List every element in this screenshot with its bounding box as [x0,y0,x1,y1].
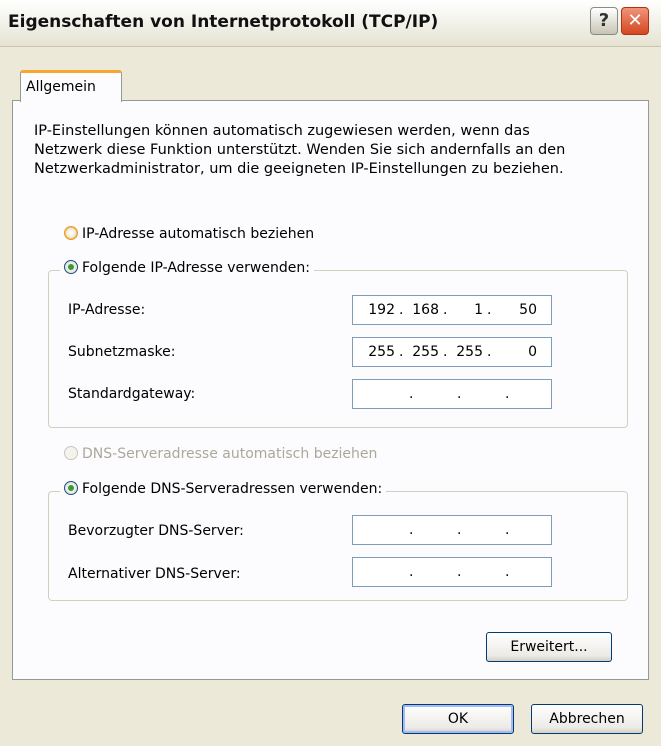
question-mark-icon: ? [598,10,610,31]
description-text: IP-Einstellungen können automatisch zuge… [34,123,566,177]
ip-dot: . [457,522,462,538]
ip-dot: . [457,564,462,580]
advanced-button[interactable]: Erweitert... [486,632,612,662]
ip-dot: . [443,302,448,318]
radio-checked-icon [64,481,78,495]
close-button[interactable]: ✕ [621,7,649,35]
alternative-dns-label: Alternativer DNS-Server: [68,566,241,582]
ip-dot: . [457,386,462,402]
gateway-label: Standardgateway: [68,386,196,402]
tab-allgemein[interactable]: Allgemein [20,70,122,102]
dns-manual-label: Folgende DNS-Serveradressen verwenden: [82,481,383,497]
title-bar[interactable]: Eigenschaften von Internetprotokoll (TCP… [0,0,661,47]
radio-unchecked-icon [64,226,78,240]
alternative-dns-input[interactable]: . . . [352,557,552,587]
ip-address-input[interactable]: 192. 168. 1. 50 [352,295,552,325]
ip-dot: . [399,302,404,318]
ip-octet: 168 [412,302,439,318]
window-title: Eigenschaften von Internetprotokoll (TCP… [8,12,439,32]
ip-octet: 255 [412,344,439,360]
ip-dot: . [487,344,492,360]
ip-dot: . [487,302,492,318]
ip-dot: . [505,522,510,538]
ip-dot: . [443,344,448,360]
ip-dot: . [409,564,414,580]
ip-dot: . [409,522,414,538]
ip-octet: 1 [474,302,483,318]
ip-octet: 255 [368,344,395,360]
ip-octet: 0 [528,344,537,360]
dns-manual-radio[interactable]: Folgende DNS-Serveradressen verwenden: [60,481,387,497]
ip-auto-label: IP-Adresse automatisch beziehen [82,226,315,242]
help-button[interactable]: ? [590,7,618,35]
ip-dot: . [505,386,510,402]
preferred-dns-input[interactable]: . . . [352,515,552,545]
close-icon: ✕ [627,10,643,31]
dns-auto-radio: DNS-Serveradresse automatisch beziehen [64,446,377,462]
ip-manual-label: Folgende IP-Adresse verwenden: [82,260,310,276]
ip-octet: 192 [368,302,395,318]
ip-dot: . [409,386,414,402]
ip-address-label: IP-Adresse: [68,302,146,318]
ip-dot: . [399,344,404,360]
ip-octet: 50 [519,302,537,318]
cancel-button[interactable]: Abbrechen [531,704,643,734]
ip-auto-radio[interactable]: IP-Adresse automatisch beziehen [64,226,314,242]
radio-checked-icon [64,260,78,274]
radio-disabled-icon [64,446,78,460]
ok-button[interactable]: OK [402,704,514,734]
gateway-input[interactable]: . . . [352,379,552,409]
subnet-mask-input[interactable]: 255. 255. 255. 0 [352,337,552,367]
subnet-mask-label: Subnetzmaske: [68,344,176,360]
preferred-dns-label: Bevorzugter DNS-Server: [68,523,244,539]
ip-manual-radio[interactable]: Folgende IP-Adresse verwenden: [60,260,314,276]
ip-dot: . [505,564,510,580]
dns-auto-label: DNS-Serveradresse automatisch beziehen [82,446,378,462]
ip-octet: 255 [456,344,483,360]
tab-label: Allgemein [26,79,96,95]
